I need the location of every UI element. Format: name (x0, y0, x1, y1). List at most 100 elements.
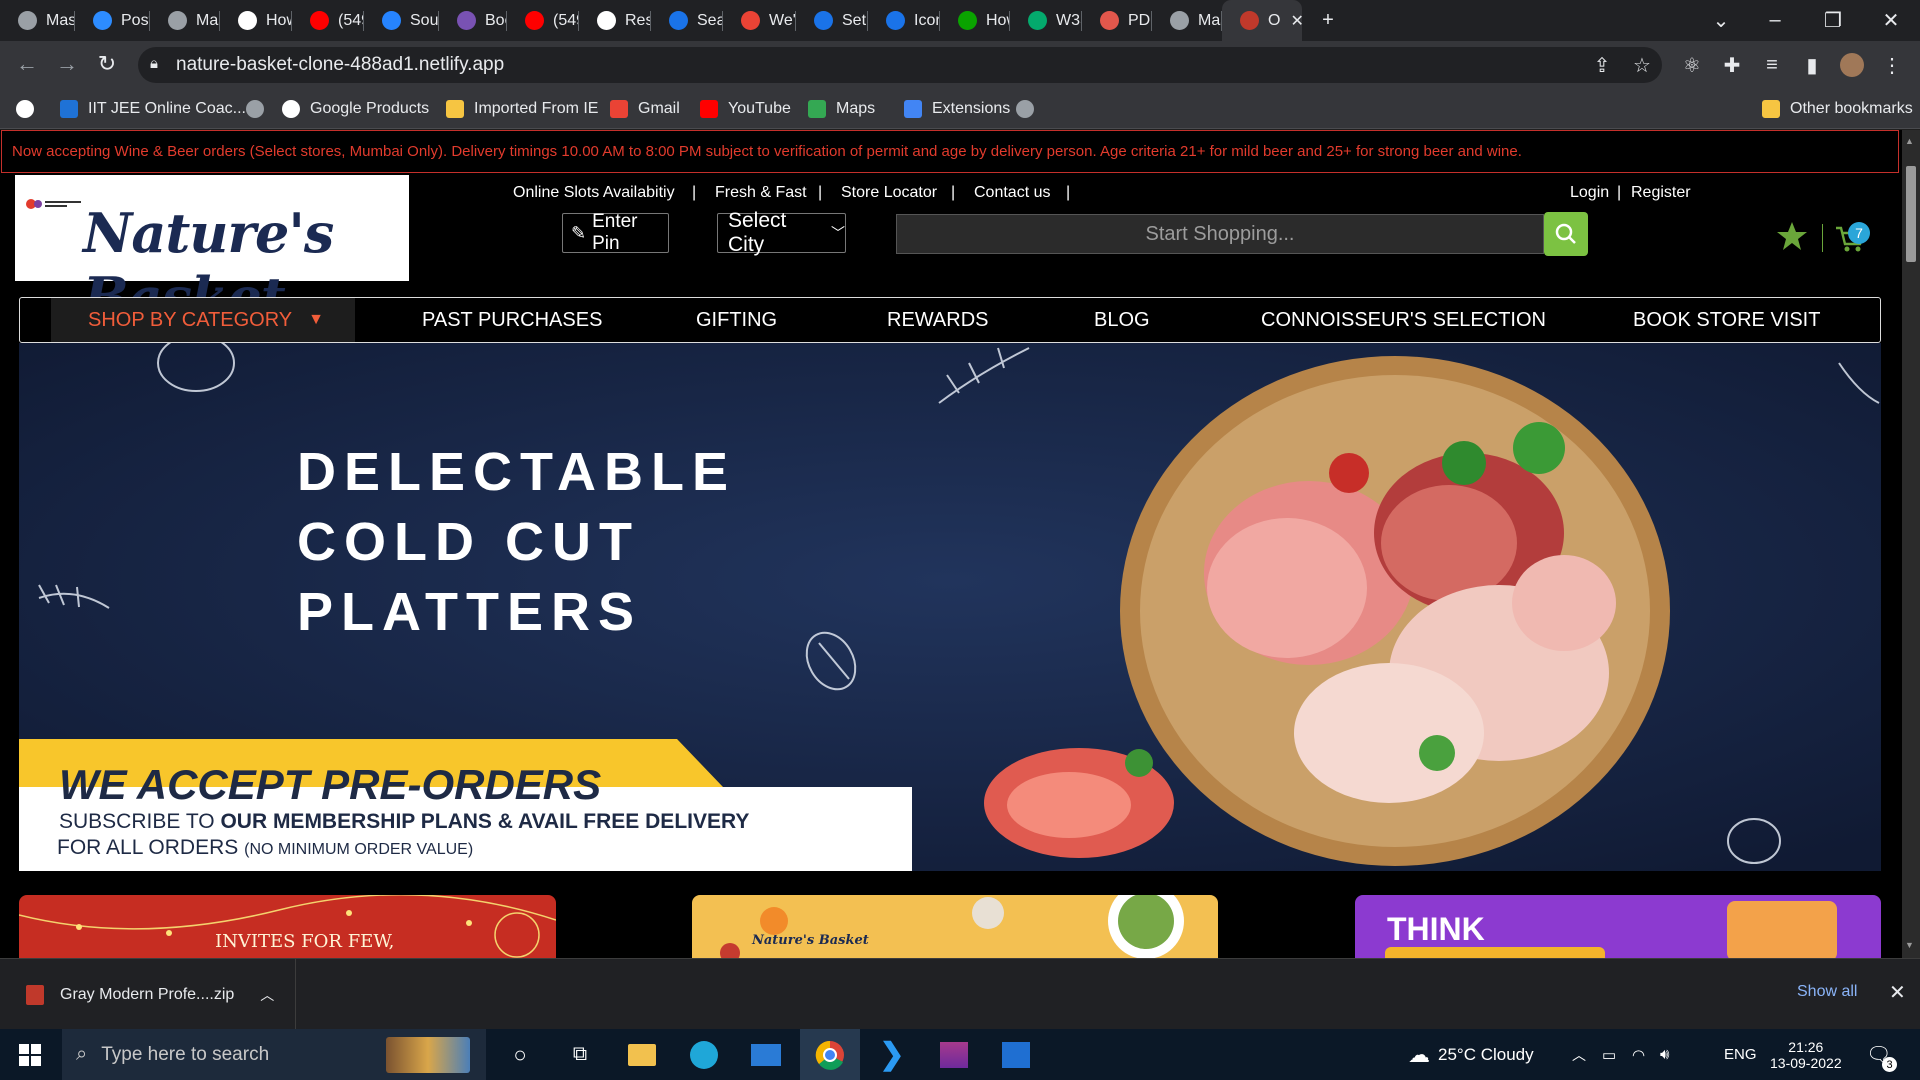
store-locator-link[interactable]: Store Locator (841, 184, 937, 202)
restore-button[interactable]: ❐ (1808, 0, 1858, 41)
browser-tab[interactable]: PDF t (1082, 0, 1152, 41)
contact-us-link[interactable]: Contact us (974, 184, 1050, 202)
extensions-puzzle-icon[interactable]: ✚ (1720, 53, 1744, 77)
forward-icon[interactable]: → (52, 49, 82, 79)
bookmark-star-icon[interactable]: ☆ (1630, 53, 1654, 77)
browser-tab[interactable]: Post / (75, 0, 150, 41)
bookmark-item[interactable]: Extensions (904, 89, 1010, 129)
scroll-up-icon[interactable]: ▲ (1905, 136, 1914, 146)
edge-icon[interactable] (674, 1029, 734, 1080)
wifi-icon[interactable]: ◠ (1632, 1029, 1645, 1080)
new-tab-button[interactable]: + (1308, 0, 1348, 41)
vscode-icon[interactable]: ❯ (862, 1029, 922, 1080)
share-icon[interactable]: ⇪ (1590, 53, 1614, 77)
url-text[interactable]: nature-basket-clone-488ad1.netlify.app (176, 54, 504, 76)
bookmark-item[interactable]: Gmail (610, 89, 680, 129)
reload-icon[interactable]: ↻ (92, 49, 122, 79)
bookmark-item[interactable]: IIT JEE Online Coac... (60, 89, 246, 129)
file-explorer-icon[interactable] (612, 1029, 672, 1080)
task-view-icon[interactable]: ⧉ (550, 1029, 610, 1080)
photos-icon[interactable] (986, 1029, 1046, 1080)
site-logo[interactable]: Nature's Basket (15, 175, 409, 329)
promo-card-natures-basket[interactable]: Nature's Basket (692, 895, 1218, 958)
rpsg-group-icon (26, 199, 81, 209)
wishlist-star-icon[interactable] (1776, 220, 1808, 252)
browser-tab[interactable]: (549) (507, 0, 579, 41)
pdf-icon (1100, 11, 1119, 30)
browser-tab[interactable]: Masai (0, 0, 75, 41)
enter-pin-button[interactable]: ✎ Enter Pin (562, 211, 669, 254)
search-button[interactable] (1544, 212, 1588, 256)
weather-widget[interactable]: ☁ 25°C Cloudy (1408, 1029, 1534, 1080)
nav-gifting[interactable]: GIFTING (696, 298, 777, 342)
close-download-bar-icon[interactable]: ✕ (1889, 980, 1906, 1005)
clock[interactable]: 21:26 13-09-2022 (1770, 1029, 1842, 1080)
nav-book-store-visit[interactable]: BOOK STORE VISIT (1633, 298, 1820, 342)
bookmark-item[interactable] (246, 89, 274, 129)
volume-icon[interactable]: 🔊︎ (1660, 1029, 1669, 1080)
reading-list-icon[interactable]: ≡ (1760, 53, 1784, 77)
nav-rewards[interactable]: REWARDS (887, 298, 988, 342)
browser-tab[interactable]: We've (723, 0, 796, 41)
chrome-icon[interactable] (800, 1029, 860, 1080)
page-scrollbar[interactable]: ▲ ▼ (1902, 130, 1920, 958)
profile-avatar[interactable] (1840, 53, 1864, 77)
browser-tab[interactable]: Searc (651, 0, 723, 41)
side-panel-icon[interactable]: ▮ (1800, 53, 1824, 77)
bookmark-item[interactable]: YouTube (700, 89, 791, 129)
scroll-down-icon[interactable]: ▼ (1905, 940, 1914, 950)
tab-search-icon[interactable]: ⌄ (1696, 0, 1746, 41)
browser-tab[interactable]: (549) (292, 0, 364, 41)
tray-overflow-icon[interactable]: ︿ (1572, 1029, 1586, 1080)
select-city-dropdown[interactable]: Select City ﹀ (717, 209, 846, 256)
other-bookmarks[interactable]: Other bookmarks (1762, 89, 1913, 129)
bookmark-item[interactable] (16, 89, 44, 129)
browser-tab[interactable]: W3Sc (1010, 0, 1082, 41)
taskbar-search-input[interactable]: ⌕ Type here to search (62, 1029, 486, 1080)
language-indicator[interactable]: ENG (1724, 1029, 1757, 1080)
nav-past-purchases[interactable]: PAST PURCHASES (422, 298, 602, 342)
browser-tab[interactable]: How t (220, 0, 292, 41)
cortana-icon[interactable]: ○ (490, 1029, 550, 1080)
mail-icon[interactable] (736, 1029, 796, 1080)
online-slots-link[interactable]: Online Slots Availabitiy (513, 184, 675, 202)
bookmark-item[interactable]: Google Products (282, 89, 429, 129)
chevron-up-icon[interactable]: ︿ (260, 985, 274, 1005)
back-icon[interactable]: ← (12, 49, 42, 79)
browser-tab[interactable]: Respo (579, 0, 651, 41)
lock-icon[interactable]: 🔒︎ (150, 55, 158, 72)
browser-tab[interactable]: Set U (796, 0, 868, 41)
promo-card-gifting[interactable]: INVITES FOR FEW, (19, 895, 556, 958)
fresh-fast-link[interactable]: Fresh & Fast (715, 184, 807, 202)
winrar-icon[interactable] (924, 1029, 984, 1080)
hero-carousel[interactable]: DELECTABLE COLD CUT PLATTERS WE ACCEPT P… (19, 343, 1881, 871)
chrome-menu-icon[interactable]: ⋮ (1880, 53, 1904, 77)
browser-tab[interactable]: Masai (1152, 0, 1222, 41)
browser-tab[interactable]: How (940, 0, 1010, 41)
minimize-button[interactable]: – (1750, 0, 1800, 41)
battery-icon[interactable]: ▭ (1602, 1029, 1616, 1080)
close-window-button[interactable]: ✕ (1866, 0, 1916, 41)
browser-tab[interactable]: Icons (868, 0, 940, 41)
browser-tab[interactable]: Boots (439, 0, 507, 41)
register-link[interactable]: Register (1631, 184, 1691, 202)
react-devtools-icon[interactable]: ⚛ (1680, 53, 1704, 77)
bookmark-item[interactable]: Imported From IE (446, 89, 598, 129)
browser-tab[interactable]: O ✕ (1222, 0, 1302, 41)
close-tab-icon[interactable]: ✕ (1290, 11, 1302, 31)
show-all-button[interactable]: Show all (1797, 983, 1857, 1001)
browser-tab[interactable]: Sourc (364, 0, 439, 41)
bookmark-item[interactable] (1016, 89, 1044, 129)
nav-blog[interactable]: BLOG (1094, 298, 1150, 342)
bookmark-item[interactable]: Maps (808, 89, 875, 129)
promo-card-think-gourmet[interactable]: THINK (1355, 895, 1881, 958)
download-item[interactable]: Gray Modern Profe....zip ︿ (0, 959, 296, 1030)
shop-by-category-button[interactable]: SHOP BY CATEGORY ▼ (51, 298, 355, 342)
windows-start-icon[interactable] (0, 1029, 60, 1080)
browser-tab[interactable]: Masai (150, 0, 220, 41)
nav-connoisseurs-selection[interactable]: CONNOISSEUR'S SELECTION (1261, 298, 1546, 342)
notification-center-icon[interactable]: 🗨︎ 3 (1866, 1029, 1897, 1080)
search-input[interactable]: Start Shopping... (896, 214, 1544, 254)
scrollbar-thumb[interactable] (1906, 166, 1916, 262)
login-link[interactable]: Login (1570, 184, 1609, 202)
